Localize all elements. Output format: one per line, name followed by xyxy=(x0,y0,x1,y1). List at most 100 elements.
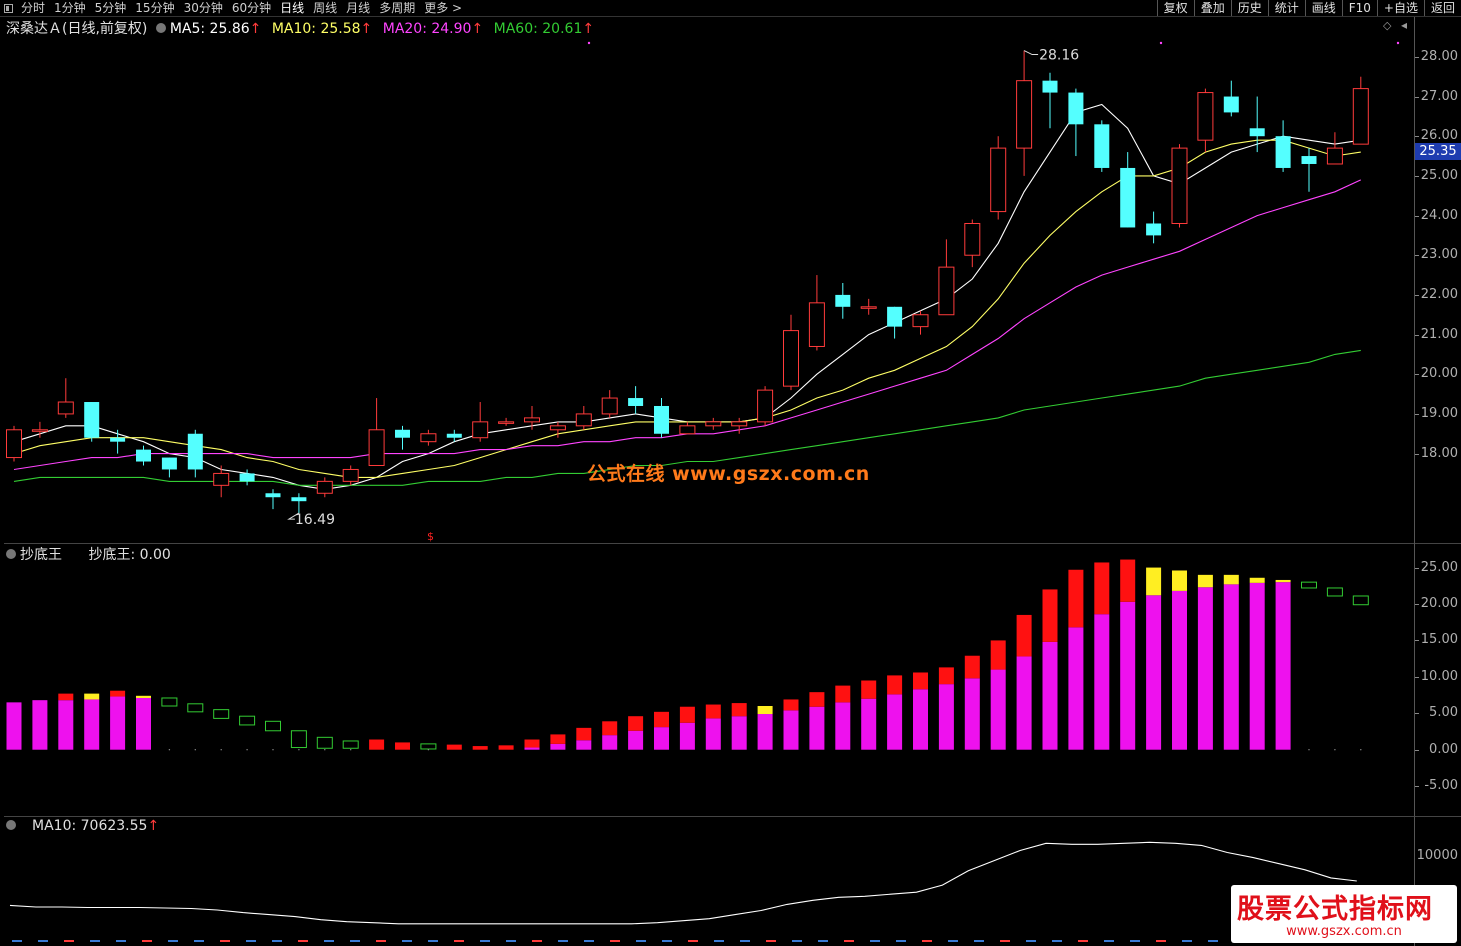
price-axis-tick: 19.00 xyxy=(1420,405,1458,421)
current-price-tag: 25.35 xyxy=(1415,143,1461,160)
indicator-bar-base xyxy=(679,722,695,750)
candle-body-up xyxy=(472,421,489,439)
volume-panel: MA10: 70623.55↑ xyxy=(4,817,1414,946)
indicator-bar-base xyxy=(1197,587,1213,750)
volume-ma-chart[interactable] xyxy=(4,817,1414,946)
candle-body-down xyxy=(887,306,903,327)
indicator-bar-cap xyxy=(576,727,592,741)
indicator-bar-cap xyxy=(446,744,462,750)
indicator-bar-base xyxy=(1068,627,1084,750)
indicator-bar-base xyxy=(628,730,644,750)
period-tab-1[interactable]: 1分钟 xyxy=(54,0,86,16)
indicator-bar-base xyxy=(32,700,48,750)
indicator-bar-cap xyxy=(757,706,773,715)
indicator-bar-base xyxy=(731,716,747,750)
candle-body-down xyxy=(1094,124,1110,168)
indicator-bar-base xyxy=(861,698,877,750)
toolbar-buttons: 复权 叠加 历史 统计 画线 F10 +自选 返回 xyxy=(1156,0,1461,16)
indicator-bar-base xyxy=(1249,582,1265,750)
period-tab-6[interactable]: 日线 xyxy=(280,0,304,16)
signal-dot xyxy=(1159,41,1163,45)
indicator-bar-hollow xyxy=(161,697,178,707)
indicator-axis-tick: 25.00 xyxy=(1420,559,1458,575)
period-tab-5[interactable]: 60分钟 xyxy=(232,0,271,16)
indicator-bar-cap xyxy=(887,675,903,695)
price-axis: ◇ ◂ 25.35 28.00 27.00 26.00 25.00 24.00 23.00… xyxy=(1383,17,1461,544)
indicator-bar-chart[interactable] xyxy=(4,543,1414,816)
candle-body-up xyxy=(938,266,955,316)
indicator-bar-cap xyxy=(369,739,385,750)
indicator-bar-cap xyxy=(136,695,151,698)
indicator-bar-cap xyxy=(1223,574,1239,585)
indicator-bar-base xyxy=(6,702,22,750)
indicator-bar-hollow xyxy=(265,720,281,732)
indicator-bar-hollow xyxy=(187,703,204,713)
indicator-bar-cap xyxy=(84,693,100,700)
period-tab-7[interactable]: 周线 xyxy=(313,0,337,16)
indicator-bar-cap xyxy=(1172,570,1187,591)
indicator-axis: 25.00 20.00 15.00 10.00 5.00 0.00 -5.00 xyxy=(1414,543,1461,817)
footer-watermark: 股票公式指标网 www.gszx.com.cn xyxy=(1231,885,1457,943)
candle-body-down xyxy=(239,473,255,482)
indicator-bar-cap xyxy=(472,746,488,750)
indicator-bar-cap xyxy=(861,680,877,699)
indicator-bar-cap xyxy=(1042,589,1058,642)
axis-tick-mark xyxy=(1415,96,1419,98)
period-tab-8[interactable]: 月线 xyxy=(346,0,370,16)
indicator-bar-base xyxy=(809,706,825,750)
indicator-bar-hollow xyxy=(213,709,230,719)
period-tab-9[interactable]: 多周期 xyxy=(379,0,415,16)
toolbar-button-4[interactable]: 画线 xyxy=(1304,0,1342,16)
axis-tick-mark xyxy=(1415,136,1419,138)
volume-ma10-line xyxy=(9,841,1357,925)
price-panel: 深桑达Ａ(日线,前复权) MA5: 25.86↑ MA10: 25.58↑ MA… xyxy=(4,17,1414,544)
candle-body-down xyxy=(395,429,410,438)
period-tab-0[interactable]: 分时 xyxy=(21,0,45,16)
indicator-bar-hollow xyxy=(1301,581,1317,589)
indicator-bar-base xyxy=(1275,582,1291,750)
high-marker-line xyxy=(1023,50,1039,56)
toolbar-button-5[interactable]: F10 xyxy=(1341,0,1377,16)
price-axis-tick: 25.00 xyxy=(1420,167,1458,183)
candle-body-down xyxy=(1301,156,1317,164)
candle-body-down xyxy=(1120,167,1136,228)
candle-body-up xyxy=(549,425,566,431)
toolbar-button-1[interactable]: 叠加 xyxy=(1193,0,1231,16)
layout-toggle-icon[interactable] xyxy=(4,3,13,13)
indicator-bar-hollow xyxy=(420,743,437,750)
period-tab-2[interactable]: 5分钟 xyxy=(95,0,127,16)
candle-body-up xyxy=(757,389,774,423)
indicator-panel: 抄底王 抄底王: 0.00 xyxy=(4,543,1414,817)
axis-tick-mark xyxy=(1415,676,1419,678)
indicator-bar-base xyxy=(1120,601,1136,750)
zero-dot xyxy=(194,749,196,751)
toolbar-button-2[interactable]: 历史 xyxy=(1230,0,1268,16)
toolbar-button-6[interactable]: +自选 xyxy=(1376,0,1424,16)
indicator-bar-base xyxy=(1042,641,1058,750)
period-tab-3[interactable]: 15分钟 xyxy=(135,0,174,16)
axis-tick-mark xyxy=(1415,413,1419,415)
indicator-bar-cap xyxy=(835,685,851,703)
candle-body-up xyxy=(498,421,515,424)
indicator-axis-tick: 10.00 xyxy=(1420,668,1458,684)
candle-body-down xyxy=(110,437,126,442)
indicator-bar-cap xyxy=(654,711,669,728)
toolbar-button-3[interactable]: 统计 xyxy=(1267,0,1305,16)
axis-arrow-icon[interactable]: ◂ xyxy=(1401,18,1407,32)
period-tab-10[interactable]: 更多 > xyxy=(424,0,462,16)
axis-tick-mark xyxy=(1415,56,1419,58)
candle-body-up xyxy=(368,429,385,466)
axis-tick-mark xyxy=(1415,640,1419,642)
toolbar-button-7[interactable]: 返回 xyxy=(1423,0,1461,16)
axis-tick-mark xyxy=(1415,786,1419,788)
indicator-bar-cap xyxy=(498,745,514,750)
candle-body-down xyxy=(446,433,462,438)
axis-tick-mark xyxy=(1415,749,1419,751)
indicator-bar-base xyxy=(110,696,126,750)
period-tab-4[interactable]: 30分钟 xyxy=(184,0,223,16)
price-axis-tick: 26.00 xyxy=(1420,128,1458,144)
candle-body-up xyxy=(6,429,22,459)
candle-body-up xyxy=(1016,80,1033,149)
zero-dot xyxy=(1308,749,1310,751)
toolbar-button-0[interactable]: 复权 xyxy=(1156,0,1194,16)
